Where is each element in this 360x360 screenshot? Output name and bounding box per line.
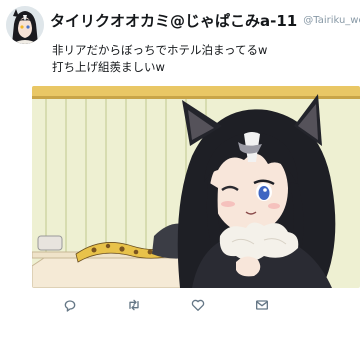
avatar-image <box>6 6 44 44</box>
tweet-text-line: 非リアだからぼっちでホテル泊まってるw <box>52 43 268 57</box>
like-button[interactable] <box>186 293 210 317</box>
tweet-actions <box>0 293 360 317</box>
retweet-icon <box>129 299 139 311</box>
user-handle[interactable]: @Tairiku_wolf <box>303 15 360 26</box>
tweet-text: 非リアだからぼっちでホテル泊まってるw 打ち上げ組羨ましいw <box>52 42 352 76</box>
message-button[interactable] <box>250 293 274 317</box>
heart-icon <box>191 299 205 311</box>
avatar[interactable] <box>6 6 44 44</box>
tweet-text-line: 打ち上げ組羨ましいw <box>52 60 165 74</box>
display-name[interactable]: タイリクオオカミ@じゃぱこみa-11 <box>50 12 297 30</box>
reply-icon <box>64 300 76 312</box>
envelope-icon <box>256 300 268 310</box>
reply-button[interactable] <box>58 293 82 317</box>
retweet-button[interactable] <box>122 293 146 317</box>
anime-wolf-girl-illustration <box>32 86 360 288</box>
tweet-media[interactable] <box>32 86 360 288</box>
tweet-header: タイリクオオカミ@じゃぱこみa-11 @Tairiku_wolf <box>50 10 360 30</box>
